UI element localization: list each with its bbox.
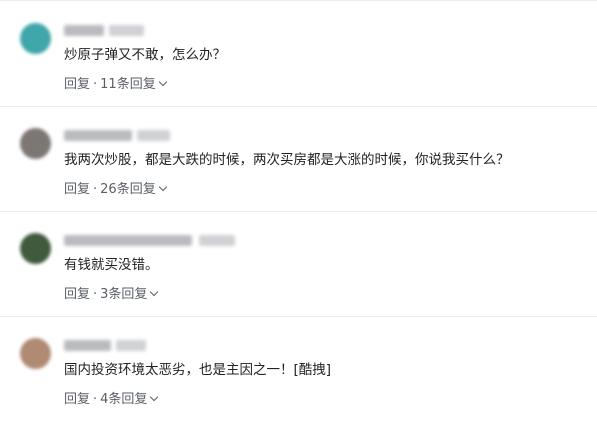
timestamp-blurred bbox=[137, 130, 170, 141]
chevron-down-icon bbox=[158, 182, 167, 192]
comment-list: 炒原子弹又不敢，怎么办？ 回复 · 11条回复 我两次炒股，都是大跌的时候，两次买房… bbox=[0, 0, 597, 423]
avatar[interactable] bbox=[20, 233, 51, 264]
author-name-blurred bbox=[64, 130, 132, 141]
comment-text: 有钱就买没错。 bbox=[64, 257, 159, 273]
reply-count: 4条回复 bbox=[100, 392, 148, 407]
view-replies-button[interactable]: 3条回复 bbox=[100, 287, 159, 302]
timestamp-blurred bbox=[109, 25, 144, 36]
comment-actions: 回复 · 11条回复 bbox=[64, 76, 167, 94]
comment-item: 我两次炒股，都是大跌的时候，两次买房都是大涨的时候，你说我买什么？ 回复 · 26条… bbox=[0, 107, 597, 212]
chevron-down-icon bbox=[150, 287, 159, 297]
view-replies-button[interactable]: 26条回复 bbox=[100, 182, 167, 197]
comment-item: 炒原子弹又不敢，怎么办？ 回复 · 11条回复 bbox=[0, 2, 597, 107]
top-divider bbox=[0, 0, 597, 1]
separator-dot: · bbox=[93, 182, 98, 197]
comment-text: 国内投资环境太恶劣，也是主因之一！[酷拽] bbox=[64, 362, 332, 378]
avatar[interactable] bbox=[20, 23, 51, 54]
comment-item: 有钱就买没错。 回复 · 3条回复 bbox=[0, 212, 597, 317]
avatar[interactable] bbox=[20, 128, 51, 159]
timestamp-blurred bbox=[116, 340, 146, 351]
reply-button[interactable]: 回复 bbox=[64, 287, 90, 302]
comment-actions: 回复 · 4条回复 bbox=[64, 391, 159, 409]
reply-button[interactable]: 回复 bbox=[64, 77, 90, 92]
comment-item: 国内投资环境太恶劣，也是主因之一！[酷拽] 回复 · 4条回复 bbox=[0, 317, 597, 422]
author-name-blurred bbox=[64, 340, 111, 351]
separator-dot: · bbox=[93, 287, 98, 302]
view-replies-button[interactable]: 4条回复 bbox=[100, 392, 159, 407]
reply-count: 3条回复 bbox=[100, 287, 148, 302]
chevron-down-icon bbox=[150, 392, 159, 402]
comment-actions: 回复 · 3条回复 bbox=[64, 286, 159, 304]
avatar[interactable] bbox=[20, 338, 51, 369]
reply-button[interactable]: 回复 bbox=[64, 392, 90, 407]
separator-dot: · bbox=[93, 77, 98, 92]
author-name-blurred bbox=[64, 235, 192, 246]
reply-button[interactable]: 回复 bbox=[64, 182, 90, 197]
reply-count: 26条回复 bbox=[100, 182, 156, 197]
chevron-down-icon bbox=[158, 77, 167, 87]
comment-text: 我两次炒股，都是大跌的时候，两次买房都是大涨的时候，你说我买什么？ bbox=[64, 152, 510, 168]
comment-text: 炒原子弹又不敢，怎么办？ bbox=[64, 47, 226, 63]
comment-actions: 回复 · 26条回复 bbox=[64, 181, 167, 199]
reply-count: 11条回复 bbox=[100, 77, 156, 92]
timestamp-blurred bbox=[199, 235, 235, 246]
author-name-blurred bbox=[64, 25, 104, 36]
separator-dot: · bbox=[93, 392, 98, 407]
view-replies-button[interactable]: 11条回复 bbox=[100, 77, 167, 92]
